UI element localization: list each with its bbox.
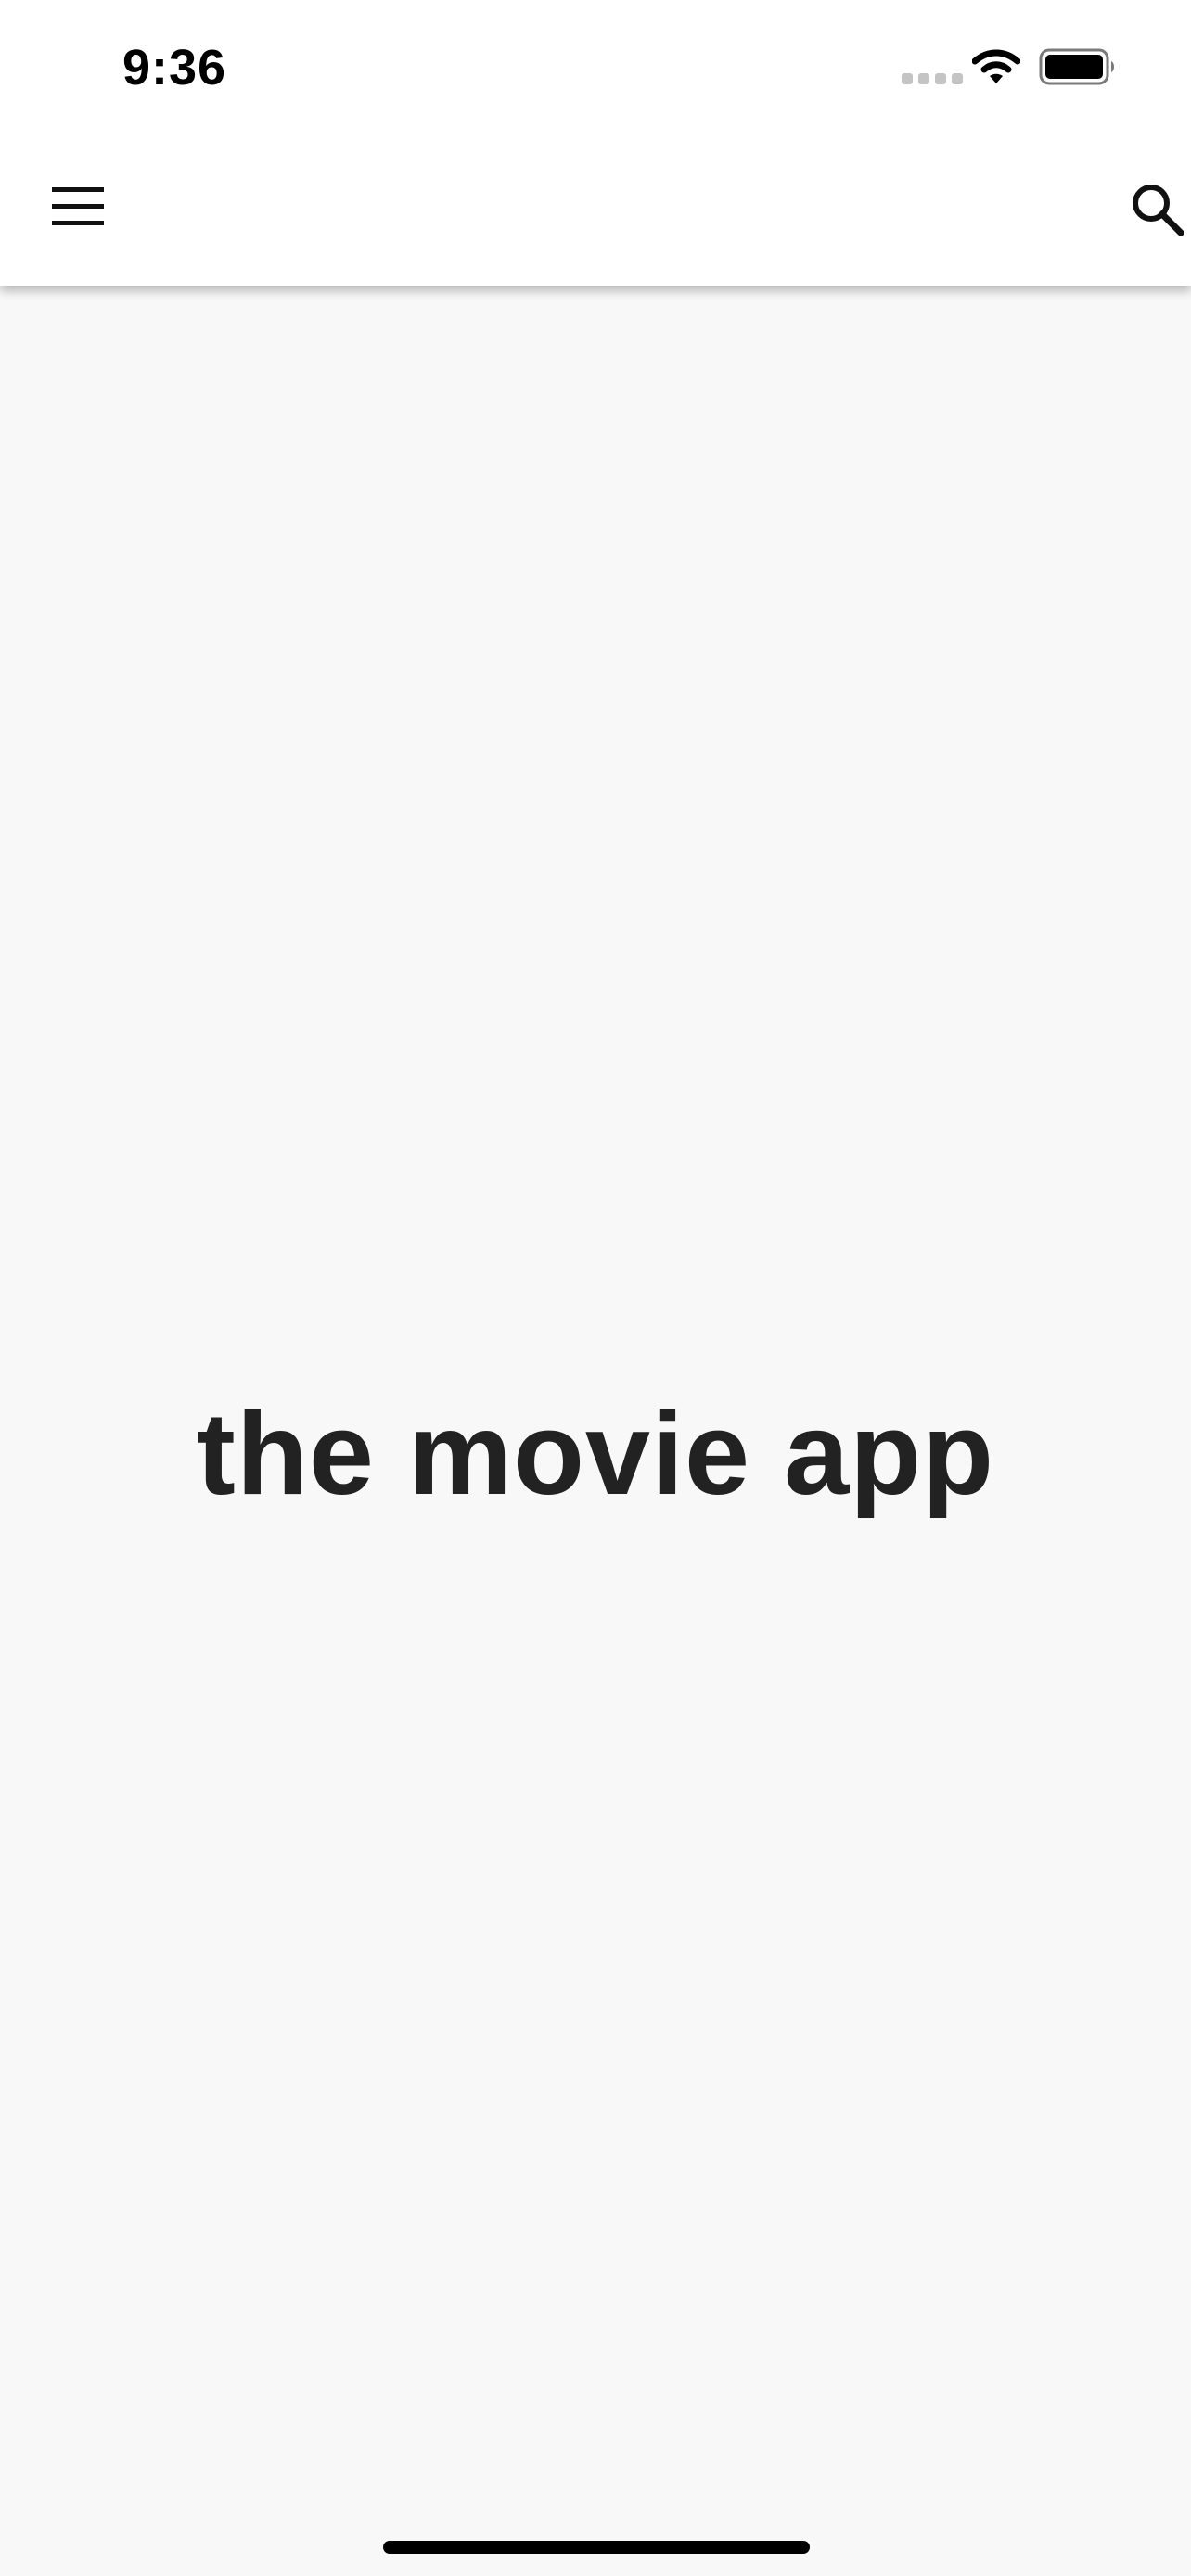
page-title: the movie app [196, 1388, 995, 1519]
signal-dot [902, 73, 913, 84]
search-icon[interactable] [1130, 182, 1184, 236]
wifi-icon [972, 49, 1020, 83]
home-indicator [383, 2541, 810, 2554]
signal-dot [952, 73, 963, 84]
cellular-signal-icon [902, 73, 963, 84]
battery-icon [1039, 48, 1114, 85]
main-content: the movie app [0, 286, 1191, 2576]
signal-dot [918, 73, 929, 84]
menu-line [52, 187, 104, 192]
signal-dot [935, 73, 946, 84]
status-time: 9:36 [122, 40, 227, 96]
menu-line [52, 221, 104, 225]
menu-line [52, 204, 104, 209]
app-header: 9:36 [0, 0, 1191, 286]
menu-icon[interactable] [52, 187, 104, 226]
